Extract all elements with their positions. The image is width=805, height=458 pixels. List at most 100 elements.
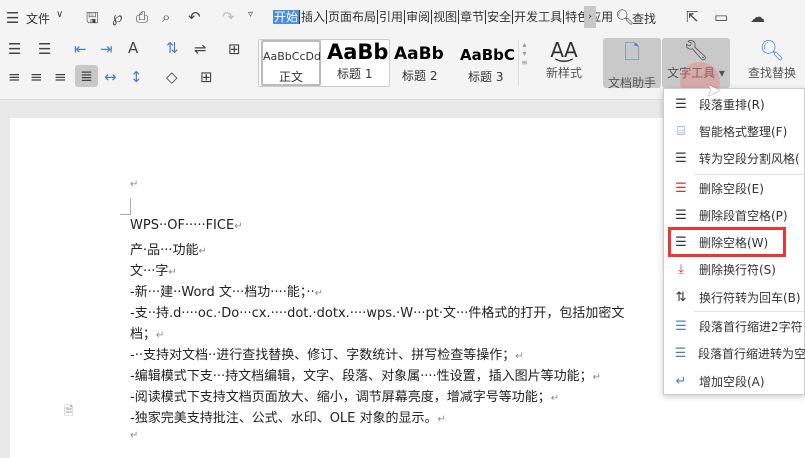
decrease-indent-icon[interactable]: ⇤ bbox=[74, 40, 87, 58]
style-name: 正文 bbox=[278, 70, 303, 84]
doc-line[interactable]: -新···建··Word 文···档功····能；··↵ bbox=[130, 281, 323, 300]
save-icon[interactable]: 🖫 bbox=[86, 8, 99, 33]
style-heading2[interactable]: AaBb 标题 2 bbox=[394, 44, 452, 84]
magnifier-icon: 🔍︎ bbox=[759, 38, 785, 62]
file-menu[interactable]: 文件 bbox=[26, 10, 50, 27]
doc-line[interactable]: -阅读模式下支持文档页面放大、缩小，调节屏幕亮度，增减字号等功能；↵ bbox=[130, 386, 559, 405]
print-preview-icon[interactable]: ⌕ bbox=[162, 8, 170, 26]
style-name: 标题 2 bbox=[402, 69, 438, 83]
style-heading3[interactable]: AaBbC 标题 3 bbox=[460, 46, 518, 85]
print-icon[interactable]: ⎙ bbox=[136, 8, 148, 26]
export-pdf-icon[interactable]: ℘ bbox=[112, 8, 122, 26]
doc-helper-icon: 🗋 bbox=[623, 40, 641, 64]
mouse-cursor-icon: ➤ bbox=[706, 80, 722, 101]
doc-helper-button[interactable]: 🗋 文档助手 bbox=[603, 38, 661, 90]
table-icon[interactable]: ⊞ bbox=[228, 40, 241, 58]
tab-developer[interactable]: 开发工具 bbox=[513, 10, 565, 24]
tab-page-layout[interactable]: 页面布局 bbox=[327, 10, 379, 24]
menu-item-split-style[interactable]: ☰ 转为空段分割风格( bbox=[664, 145, 805, 171]
indent-2-icon: ☰ bbox=[675, 318, 687, 334]
find-replace-button[interactable]: 🔍︎ 查找替换 bbox=[740, 38, 804, 88]
delete-empty-para-icon: ☰ bbox=[675, 180, 687, 196]
new-style-icon: A͜A bbox=[550, 38, 578, 62]
style-normal[interactable]: AaBbCcDd 正文 bbox=[261, 40, 321, 86]
add-empty-para-icon: ↵ bbox=[675, 373, 687, 389]
wrench-icon: 🔧︎ bbox=[683, 38, 709, 62]
tab-section[interactable]: 章节 bbox=[459, 10, 487, 24]
align-right-icon[interactable]: ≡ bbox=[54, 68, 67, 86]
change-case-icon[interactable]: A bbox=[128, 39, 138, 57]
doc-line[interactable]: -··支持对文档··进行查找替换、修订、字数统计、拼写检查等操作；↵ bbox=[130, 344, 524, 363]
align-left-icon[interactable]: ≡ bbox=[8, 68, 21, 86]
tab-insert[interactable]: 插入 bbox=[300, 10, 328, 24]
doc-line[interactable]: 产·品···功能↵ bbox=[130, 239, 207, 258]
doc-line[interactable]: WPS··OF·····FICE↵ bbox=[130, 218, 243, 233]
style-preview: AaBb bbox=[327, 40, 389, 64]
split-style-icon: ☰ bbox=[675, 150, 687, 166]
share-icon[interactable]: ⇱ bbox=[686, 8, 699, 26]
menu-item-indent-2[interactable]: ☰ 段落首行缩进2字符 bbox=[664, 313, 805, 339]
menu-item-add-empty-para[interactable]: ↵ 增加空段(A) bbox=[664, 368, 805, 394]
justify-icon[interactable]: ≣ bbox=[75, 65, 98, 87]
doc-line[interactable]: -支··持.d····oc.·Do···cx.····dot.·dotx.···… bbox=[130, 302, 624, 321]
new-style-label: 新样式 bbox=[545, 66, 582, 80]
doc-line[interactable]: -编辑模式下支···持文档编辑，文字、段落、对象属····性设置，插入图片等功能… bbox=[130, 365, 601, 384]
style-scrollbar[interactable]: ▴ ▾ ≡ bbox=[518, 40, 530, 86]
line-break-icon[interactable]: ⇌ bbox=[194, 40, 207, 58]
indent-to-space-icon: ☰ bbox=[674, 345, 687, 361]
bullet-list-icon[interactable]: ☰ bbox=[8, 40, 21, 58]
style-preview: AaBbC bbox=[460, 46, 515, 64]
border-icon[interactable]: ⊞ bbox=[200, 68, 213, 86]
style-heading1[interactable]: AaBb 标题 1 bbox=[327, 40, 389, 82]
tab-home[interactable]: 开始 bbox=[273, 10, 301, 24]
doc-line[interactable]: -独家完美支持批注、公式、水印、OLE 对象的显示。↵ bbox=[130, 407, 446, 426]
menu-item-smart-format[interactable]: ⌸ 智能格式整理(F) bbox=[664, 118, 805, 144]
undo-icon[interactable]: ↶ bbox=[188, 8, 201, 26]
menu-item-delete-empty-para[interactable]: ☰ 删除空段(E) bbox=[664, 175, 805, 201]
new-style-button[interactable]: A͜A 新样式 bbox=[535, 38, 593, 88]
tab-review[interactable]: 审阅 bbox=[405, 10, 433, 24]
shading-icon[interactable]: ◇ bbox=[166, 68, 178, 86]
tab-references[interactable]: 引用 bbox=[378, 10, 406, 24]
paragraph-handle-icon[interactable]: 🗎 bbox=[64, 402, 74, 423]
linebreak-to-enter-icon: ⇅ bbox=[675, 289, 687, 305]
hamburger-menu-icon[interactable]: ☰ bbox=[6, 9, 19, 27]
paragraph-mark: ↵ bbox=[130, 179, 139, 190]
menu-item-indent-to-space[interactable]: ☰ 段落首行缩进转为空 bbox=[664, 340, 805, 366]
align-center-icon[interactable]: ≡ bbox=[30, 68, 43, 86]
menu-item-delete-linebreak[interactable]: ⤓ 删除换行符(S) bbox=[664, 256, 805, 282]
numbered-list-icon[interactable]: ☰ bbox=[38, 40, 51, 58]
search-button[interactable]: 查找 bbox=[632, 10, 656, 27]
tabs-scroll-right[interactable]: › bbox=[584, 6, 596, 28]
increase-indent-icon[interactable]: ⇥ bbox=[100, 40, 113, 58]
doc-line[interactable]: 文···字↵ bbox=[130, 260, 177, 279]
ribbon-tabs: 开始 插入 页面布局 引用 审阅 视图 章节 安全 开发工具 特色应用 bbox=[273, 10, 614, 24]
doc-helper-label: 文档助手 bbox=[607, 76, 656, 90]
style-preview: AaBbCcDd bbox=[263, 50, 321, 63]
menu-item-linebreak-to-enter[interactable]: ⇅ 换行符转为回车(B) bbox=[664, 284, 805, 310]
menu-item-delete-leading-space[interactable]: ☰ 删除段首空格(P) bbox=[664, 202, 805, 228]
title-bar: ☰ 文件 ∨ 🖫 ℘ ⎙ ⌕ ↶ ↷ ▿ 开始 插入 页面布局 引用 审阅 视图… bbox=[0, 0, 805, 34]
find-replace-label: 查找替换 bbox=[747, 66, 796, 80]
line-spacing-icon[interactable]: ↕ bbox=[130, 68, 143, 86]
smart-format-icon: ⌸ bbox=[677, 123, 685, 139]
distribute-icon[interactable]: ↔ bbox=[104, 68, 117, 86]
tab-view[interactable]: 视图 bbox=[432, 10, 460, 24]
delete-linebreak-icon: ⤓ bbox=[678, 261, 684, 277]
redo-icon[interactable]: ↷ bbox=[222, 8, 235, 26]
chevron-down-icon[interactable]: ∨ bbox=[56, 9, 63, 20]
sort-icon[interactable]: ⇅ bbox=[166, 39, 179, 57]
highlight-box bbox=[668, 227, 786, 257]
style-name: 标题 3 bbox=[468, 70, 504, 84]
menu-item-paragraph-rearrange[interactable]: ☰ 段落重排(R) bbox=[664, 91, 805, 117]
tab-security[interactable]: 安全 bbox=[486, 10, 514, 24]
comment-icon[interactable]: ▭ bbox=[714, 8, 728, 26]
paragraph-rearrange-icon: ☰ bbox=[675, 96, 687, 112]
customize-icon[interactable]: ▿ bbox=[248, 9, 253, 20]
margin-marker bbox=[120, 198, 131, 215]
doc-line[interactable]: 档；↵ bbox=[130, 323, 164, 342]
menu-separator bbox=[694, 311, 805, 312]
cloud-icon[interactable]: ☁ bbox=[750, 8, 765, 26]
style-name: 标题 1 bbox=[337, 67, 373, 81]
delete-leading-space-icon: ☰ bbox=[675, 207, 687, 223]
